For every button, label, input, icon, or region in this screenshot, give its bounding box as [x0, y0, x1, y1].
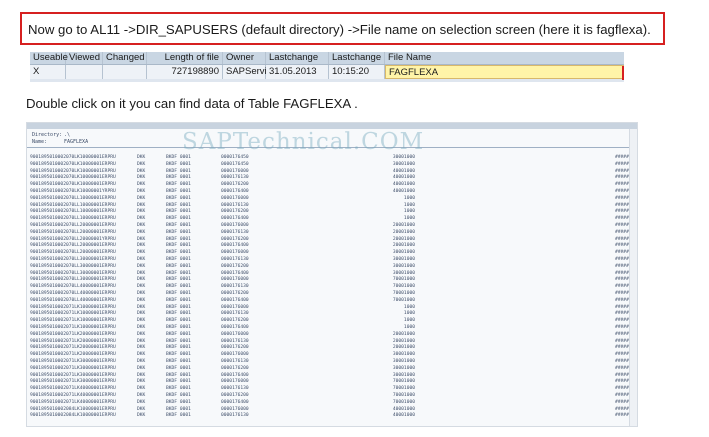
cell-owner: SAPServi — [223, 65, 267, 79]
directory-line: Directory: .\ — [32, 132, 70, 138]
vertical-scrollbar[interactable] — [629, 129, 637, 426]
cell-changed — [103, 65, 147, 79]
column-header-lastchange-time[interactable]: Lastchange — [329, 52, 385, 64]
directory-label: Directory: — [32, 132, 63, 138]
cell-length: 727198890 — [147, 65, 223, 79]
table-header: Useable Viewed Changed Length of file Ow… — [30, 52, 624, 65]
column-header-length[interactable]: Length of file — [147, 52, 223, 64]
description-paragraph: Double click on it you can find data of … — [26, 96, 358, 111]
cell-lastchange-date: 31.05.2013 — [266, 65, 329, 79]
column-header-owner[interactable]: Owner — [223, 52, 266, 64]
field-acc: BKDF 0001 — [166, 413, 191, 419]
instruction-callout: Now go to AL11 ->DIR_SAPUSERS (default d… — [20, 12, 665, 45]
field-num: 0000176130 — [221, 413, 249, 419]
instruction-text: Now go to AL11 ->DIR_SAPUSERS (default d… — [28, 22, 651, 37]
column-header-lastchange-date[interactable]: Lastchange — [266, 52, 329, 64]
column-header-useable[interactable]: Useable — [30, 52, 68, 64]
field-amt: 40001000 — [392, 413, 415, 419]
al11-file-table: Useable Viewed Changed Length of file Ow… — [30, 52, 624, 82]
directory-value: .\ — [64, 132, 71, 138]
cell-lastchange-time: 10:15:20 — [329, 65, 385, 79]
name-value: FAGFLEXA — [64, 139, 89, 145]
field-key: 9001895010002084LK10000001ERPRU — [30, 413, 116, 419]
file-content-screenshot: Directory: .\ Name: FAGFLEXA 9001895010002… — [26, 122, 638, 427]
column-header-changed[interactable]: Changed — [103, 52, 147, 64]
cell-filename-selected[interactable]: FAGFLEXA — [385, 65, 624, 80]
filename-line: Name: FAGFLEXA — [32, 139, 88, 145]
cell-useable: X — [30, 65, 66, 79]
table-row[interactable]: X 727198890 SAPServi 31.05.2013 10:15:20… — [30, 65, 624, 80]
name-label: Name: — [32, 139, 48, 145]
field-cur: DKK — [137, 413, 146, 419]
filename-text: FAGFLEXA — [389, 67, 439, 78]
file-data-line: 9001895010002084LK10000001ERPRU DKK BKDF 0… — [27, 412, 637, 419]
watermark: SAPTechnical.COM — [182, 129, 425, 155]
cell-viewed — [66, 65, 103, 79]
column-header-filename[interactable]: File Name — [385, 52, 624, 64]
column-header-viewed[interactable]: Viewed — [66, 52, 103, 64]
cursor-marker — [622, 66, 624, 80]
